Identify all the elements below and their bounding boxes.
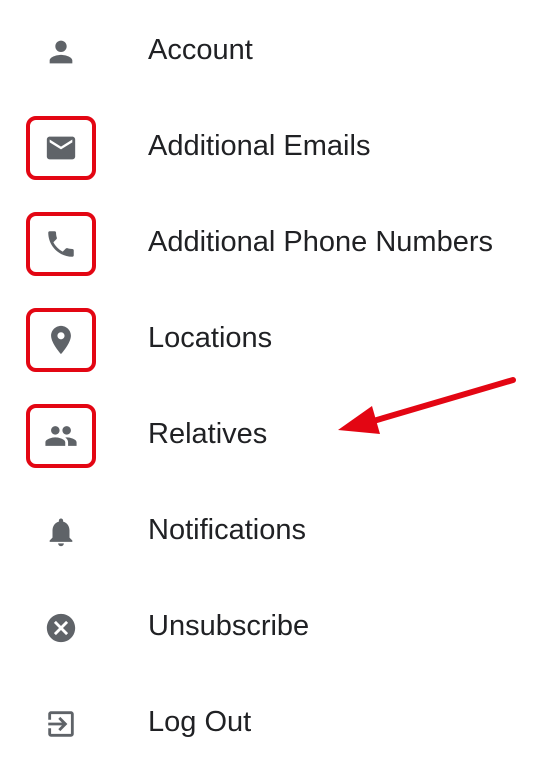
logout-icon [26, 692, 96, 756]
mail-icon [26, 116, 96, 180]
menu-item-label: Notifications [148, 514, 306, 546]
bell-icon [26, 500, 96, 564]
menu-item-log-out[interactable]: Log Out [0, 674, 556, 770]
menu-item-notifications[interactable]: Notifications [0, 482, 556, 578]
location-pin-icon [26, 308, 96, 372]
menu-item-label: Relatives [148, 418, 268, 450]
cancel-circle-icon [26, 596, 96, 660]
menu-item-account[interactable]: Account [0, 2, 556, 98]
menu-item-unsubscribe[interactable]: Unsubscribe [0, 578, 556, 674]
phone-icon [26, 212, 96, 276]
annotation-arrow [338, 377, 516, 434]
menu-item-label: Log Out [148, 706, 252, 738]
menu-item-label: Additional Phone Numbers [148, 226, 493, 258]
people-icon [26, 404, 96, 468]
person-icon [26, 20, 96, 84]
menu-item-label: Locations [148, 322, 273, 354]
menu-item-label: Unsubscribe [148, 610, 310, 642]
menu-item-additional-phone-numbers[interactable]: Additional Phone Numbers [0, 194, 556, 290]
menu-item-label: Additional Emails [148, 130, 371, 162]
menu-item-additional-emails[interactable]: Additional Emails [0, 98, 556, 194]
menu-item-label: Account [148, 34, 253, 66]
